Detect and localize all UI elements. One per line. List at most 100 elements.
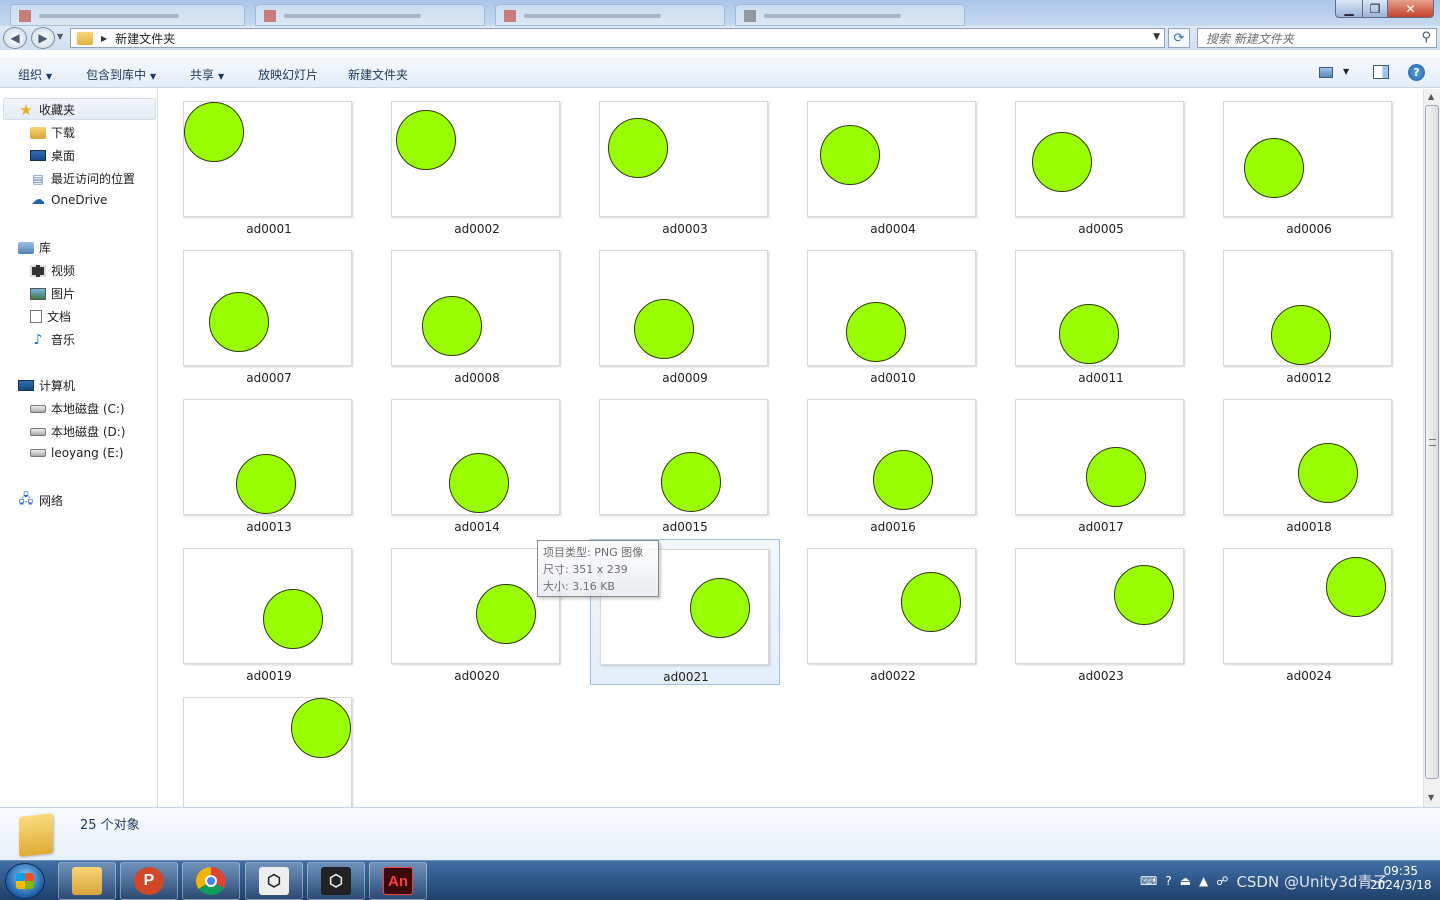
- network-tray-icon[interactable]: ☍: [1216, 874, 1228, 888]
- file-tile[interactable]: ad0002: [382, 92, 572, 238]
- file-name: ad0014: [454, 520, 500, 534]
- file-tile[interactable]: ad0019: [174, 539, 364, 685]
- usb-icon[interactable]: ⏏: [1180, 874, 1191, 888]
- keyboard-icon[interactable]: ⌨: [1140, 874, 1157, 888]
- green-circle-image: [236, 454, 296, 514]
- nav-videos[interactable]: 视频: [30, 262, 75, 279]
- nav-computer[interactable]: 计算机: [18, 377, 75, 394]
- file-tile[interactable]: ad0018: [1214, 390, 1404, 536]
- address-bar[interactable]: ▶ 新建文件夹 ▼: [70, 28, 1165, 48]
- maximize-button[interactable]: ❐: [1362, 0, 1388, 18]
- taskbar-powerpoint[interactable]: P: [120, 862, 178, 900]
- help-tray-icon[interactable]: ?: [1165, 874, 1171, 888]
- nav-favorites[interactable]: ★ 收藏夹: [18, 101, 75, 119]
- file-tile[interactable]: ad0015: [590, 390, 780, 536]
- file-list[interactable]: ad0001 ad0002 ad0003 ad0004 ad0005 ad0006 ad00…: [159, 89, 1423, 807]
- recent-pages-dropdown-icon[interactable]: ▼: [57, 32, 63, 41]
- file-thumbnail: [1223, 250, 1392, 366]
- scrollbar-thumb[interactable]: [1425, 105, 1439, 779]
- taskbar-unity-2[interactable]: ⬡: [307, 862, 365, 900]
- nav-downloads-label: 下载: [51, 126, 76, 140]
- include-in-library-menu[interactable]: 包含到库中 ▼: [86, 66, 156, 83]
- refresh-button[interactable]: ⟳: [1168, 28, 1190, 48]
- nav-drive-c[interactable]: 本地磁盘 (C:): [30, 400, 125, 417]
- taskbar-explorer[interactable]: [58, 862, 116, 900]
- address-dropdown-icon[interactable]: ▼: [1153, 32, 1160, 42]
- file-tile[interactable]: ad0004: [798, 92, 988, 238]
- start-button[interactable]: [5, 863, 45, 899]
- file-thumbnail: [183, 101, 352, 217]
- file-tile[interactable]: ad0006: [1214, 92, 1404, 238]
- nav-drive-e-label: leoyang (E:): [51, 446, 124, 460]
- view-options-caret-icon[interactable]: ▼: [1343, 67, 1349, 76]
- nav-drive-e[interactable]: leoyang (E:): [30, 446, 124, 460]
- search-icon[interactable]: ⚲: [1421, 30, 1431, 45]
- breadcrumb-arrow-icon[interactable]: ▶: [101, 34, 107, 43]
- organize-label: 组织: [18, 68, 43, 82]
- file-thumbnail: [391, 548, 560, 664]
- file-thumbnail: [1015, 250, 1184, 366]
- file-tile[interactable]: ad0011: [1006, 241, 1196, 387]
- file-tile[interactable]: ad0024: [1214, 539, 1404, 685]
- file-thumbnail: [1015, 101, 1184, 217]
- nav-libraries[interactable]: 库: [18, 239, 51, 256]
- scroll-down-icon[interactable]: ▼: [1428, 793, 1434, 802]
- file-tile[interactable]: ad0025: [174, 688, 364, 807]
- search-box[interactable]: ⚲: [1197, 28, 1437, 48]
- nav-drive-d[interactable]: 本地磁盘 (D:): [30, 423, 125, 440]
- file-name: ad0017: [1078, 520, 1124, 534]
- show-hidden-icons[interactable]: ▲: [1199, 874, 1208, 888]
- file-tile[interactable]: ad0017: [1006, 390, 1196, 536]
- nav-onedrive[interactable]: ☁ OneDrive: [30, 192, 107, 208]
- nav-desktop[interactable]: 桌面: [30, 147, 75, 164]
- file-thumbnail: [391, 101, 560, 217]
- green-circle-image: [1114, 565, 1174, 625]
- forward-button[interactable]: ▶: [31, 27, 55, 49]
- network-icon: 🖧: [18, 491, 34, 507]
- file-tile[interactable]: ad0013: [174, 390, 364, 536]
- change-view-icon[interactable]: [1319, 67, 1333, 78]
- scroll-up-icon[interactable]: ▲: [1428, 92, 1434, 101]
- file-tile[interactable]: ad0023: [1006, 539, 1196, 685]
- slideshow-button[interactable]: 放映幻灯片: [258, 66, 318, 83]
- clock[interactable]: 09:35 2024/3/18: [1370, 864, 1432, 892]
- nav-downloads[interactable]: 下载: [30, 124, 75, 141]
- organize-menu[interactable]: 组织 ▼: [18, 66, 52, 83]
- vertical-scrollbar[interactable]: ▲ ▼: [1423, 89, 1440, 807]
- file-tile[interactable]: ad0008: [382, 241, 572, 387]
- file-tile[interactable]: ad0009: [590, 241, 780, 387]
- file-tile[interactable]: ad0016: [798, 390, 988, 536]
- minimize-button[interactable]: ▁: [1335, 0, 1363, 18]
- file-tile[interactable]: ad0010: [798, 241, 988, 387]
- close-button[interactable]: ✕: [1387, 0, 1434, 18]
- new-folder-button[interactable]: 新建文件夹: [348, 66, 408, 83]
- file-tile[interactable]: ad0014: [382, 390, 572, 536]
- green-circle-image: [901, 572, 961, 632]
- file-thumbnail: [183, 548, 352, 664]
- file-tile[interactable]: ad0001: [174, 92, 364, 238]
- nav-music-label: 音乐: [51, 333, 76, 347]
- taskbar-unity-1[interactable]: ⬡: [245, 862, 303, 900]
- help-icon[interactable]: ?: [1408, 64, 1425, 81]
- nav-documents[interactable]: 文档: [30, 308, 71, 325]
- file-tile[interactable]: ad0022: [798, 539, 988, 685]
- taskbar-chrome[interactable]: [182, 862, 240, 900]
- back-button[interactable]: ◀: [3, 27, 27, 49]
- nav-music[interactable]: ♪ 音乐: [30, 331, 75, 348]
- file-tile[interactable]: ad0012: [1214, 241, 1404, 387]
- preview-pane-icon[interactable]: [1373, 65, 1389, 79]
- search-input[interactable]: [1206, 31, 1406, 46]
- clock-time: 09:35: [1383, 864, 1419, 878]
- taskbar-animate[interactable]: An: [369, 862, 427, 900]
- breadcrumb-current-folder[interactable]: 新建文件夹: [115, 30, 175, 47]
- tooltip-dimensions: 尺寸: 351 x 239: [543, 563, 628, 576]
- file-tile[interactable]: ad0005: [1006, 92, 1196, 238]
- file-tile[interactable]: ad0003: [590, 92, 780, 238]
- nav-recent-places[interactable]: ▤ 最近访问的位置: [30, 170, 135, 187]
- file-thumbnail: [391, 250, 560, 366]
- nav-pictures[interactable]: 图片: [30, 285, 75, 302]
- share-menu[interactable]: 共享 ▼: [190, 66, 224, 83]
- nav-network[interactable]: 🖧 网络: [18, 492, 63, 509]
- green-circle-image: [449, 453, 509, 513]
- file-tile[interactable]: ad0007: [174, 241, 364, 387]
